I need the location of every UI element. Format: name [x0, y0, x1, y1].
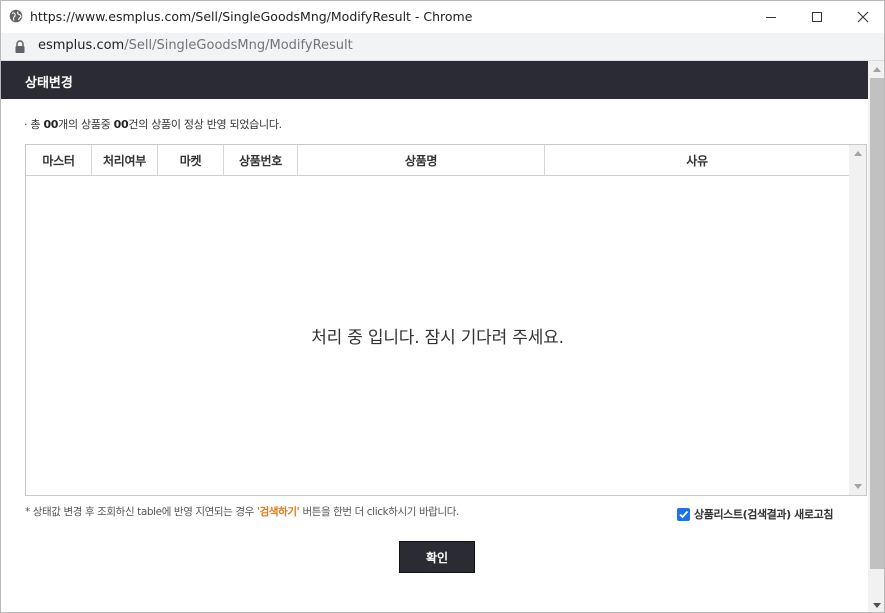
summary-prefix: 총: [30, 118, 44, 131]
note-text-before: * 상태값 변경 후 조회하신 table에 반영 지연되는 경우: [25, 506, 257, 518]
scroll-down-arrow-icon[interactable]: [868, 597, 884, 612]
summary-total-count: 00: [43, 118, 59, 131]
note-search-highlight: '검색하기': [256, 506, 300, 518]
globe-icon: [9, 9, 23, 23]
scroll-up-arrow-icon[interactable]: [868, 61, 884, 78]
url-path: /Sell/SingleGoodsMng/ModifyResult: [124, 38, 353, 53]
summary-success-count: 00: [113, 118, 129, 131]
lock-icon: [15, 40, 25, 53]
col-process-status: 처리여부: [92, 145, 158, 175]
table-scroll-down-icon[interactable]: [849, 478, 866, 495]
result-summary: · 총 00개의 상품중 00건의 상품이 정상 반영 되었습니다.: [24, 116, 282, 132]
refresh-list-checkbox[interactable]: [677, 507, 690, 521]
popup-header: 상태변경: [1, 61, 868, 99]
window-title: https://www.esmplus.com/Sell/SingleGoods…: [30, 9, 473, 24]
summary-suffix: 건의 상품이 정상 반영 되었습니다.: [128, 118, 282, 131]
popup-title: 상태변경: [25, 76, 73, 91]
col-product-name: 상품명: [298, 145, 545, 175]
table-header: 마스터 처리여부 마켓 상품번호 상품명 사유: [26, 145, 849, 176]
url-text: esmplus.com/Sell/SingleGoodsMng/ModifyRe…: [38, 38, 353, 53]
delay-note: * 상태값 변경 후 조회하신 table에 반영 지연되는 경우 '검색하기'…: [25, 504, 459, 519]
minimize-icon: [766, 17, 776, 18]
close-button[interactable]: [840, 1, 884, 33]
result-table: 마스터 처리여부 마켓 상품번호 상품명 사유 처리 중 입니다. 잠시 기다려…: [25, 144, 867, 496]
address-bar[interactable]: esmplus.com/Sell/SingleGoodsMng/ModifyRe…: [1, 33, 884, 61]
minimize-button[interactable]: [748, 1, 794, 33]
url-host: esmplus.com: [38, 38, 125, 53]
loading-message: 처리 중 입니다. 잠시 기다려 주세요.: [311, 328, 564, 348]
close-icon: [857, 11, 869, 23]
table-scrollbar[interactable]: [849, 145, 866, 495]
col-market: 마켓: [158, 145, 224, 175]
summary-bullet: ·: [24, 118, 28, 131]
browser-window: https://www.esmplus.com/Sell/SingleGoods…: [0, 0, 885, 613]
maximize-button[interactable]: [794, 1, 840, 33]
refresh-list-label[interactable]: 상품리스트(검색결과) 새로고침: [694, 506, 833, 522]
refresh-list-option[interactable]: 상품리스트(검색결과) 새로고침: [677, 506, 833, 522]
table-scroll-up-icon[interactable]: [849, 145, 866, 162]
page-scrollbar-thumb[interactable]: [870, 78, 884, 569]
summary-middle: 개의 상품중: [58, 118, 114, 131]
col-product-number: 상품번호: [224, 145, 298, 175]
col-master: 마스터: [26, 145, 92, 175]
checkmark-icon: [679, 510, 689, 518]
col-reason: 사유: [686, 153, 708, 168]
page-scrollbar[interactable]: [868, 61, 884, 612]
title-bar: https://www.esmplus.com/Sell/SingleGoods…: [1, 1, 884, 33]
note-text-after: 버튼을 한번 더 click하시기 바랍니다.: [299, 506, 459, 518]
maximize-icon: [812, 12, 822, 22]
confirm-button[interactable]: 확인: [399, 541, 475, 573]
